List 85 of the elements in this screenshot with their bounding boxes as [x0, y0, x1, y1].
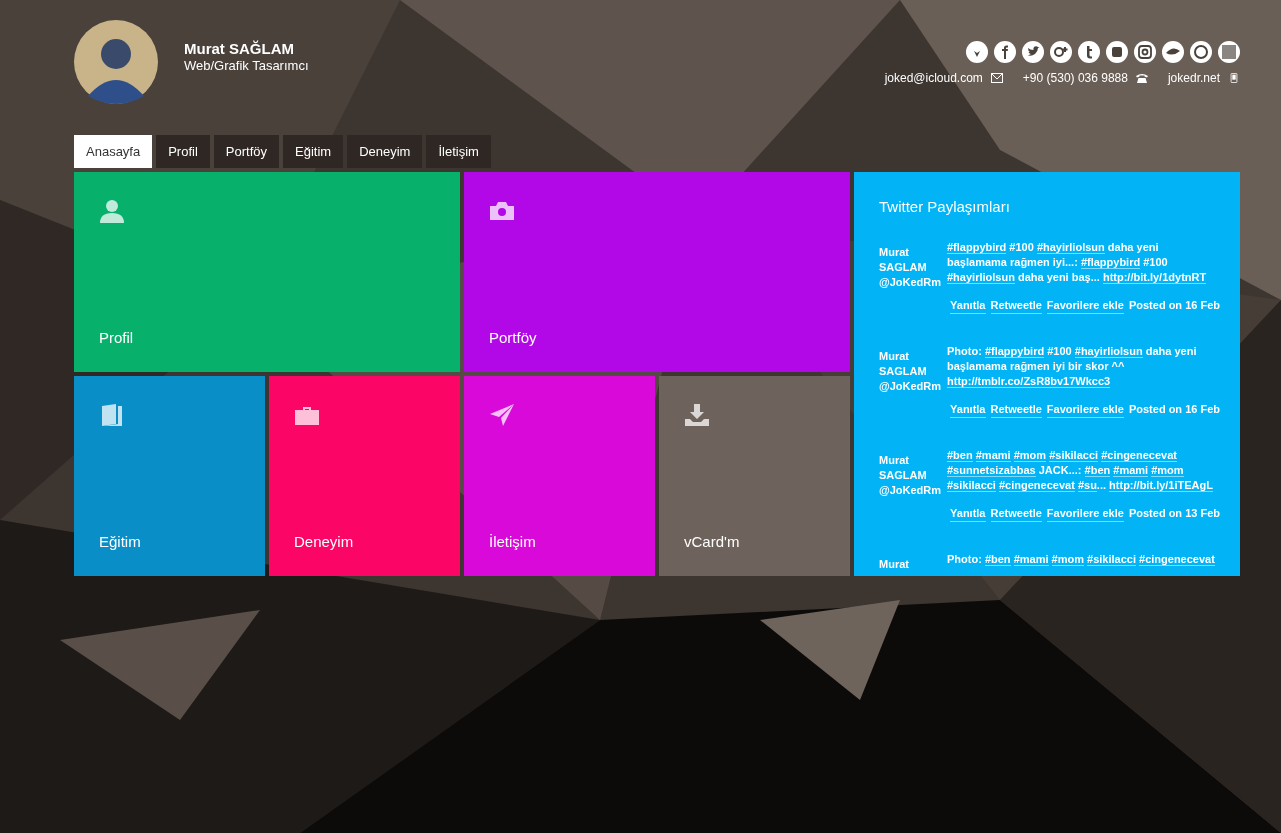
nav-tab[interactable]: İletişim: [426, 135, 491, 168]
video-social-icon[interactable]: [1106, 41, 1128, 63]
tweet-date: Posted on 16 Feb: [1128, 298, 1220, 313]
tweet-link[interactable]: #sikilacci: [1087, 553, 1136, 566]
f-social-icon[interactable]: [994, 41, 1016, 63]
tweet-link[interactable]: #sikilacci: [1049, 449, 1099, 462]
download-icon: [684, 403, 710, 427]
phone-icon: [1135, 73, 1148, 83]
tweet-action-link[interactable]: Yanıtla: [950, 402, 986, 418]
nav-tab[interactable]: Eğitim: [283, 135, 344, 168]
profile-role: Web/Grafik Tasarımcı: [184, 58, 309, 73]
tweet-link[interactable]: #hayirliolsun: [1036, 241, 1105, 254]
tweet-action-link[interactable]: Retweetle: [990, 402, 1042, 418]
tweet-text: #ben #mami #mom #sikilacci #cingenecevat #sunnetsizabbas JACK...: #ben #mami #mom #sikilacci #cingenecevat #su... http://bit.ly/1iTEAgL: [947, 448, 1214, 494]
tweet-link[interactable]: #ben: [947, 449, 973, 462]
tweet-date: Posted on 13 Feb: [1128, 506, 1220, 521]
person-icon: [99, 199, 125, 223]
tweet-link[interactable]: #mom: [1013, 449, 1047, 462]
tweet-author: Murat: [879, 557, 910, 572]
tile-label: Portföy: [489, 329, 538, 346]
tweet-action-link[interactable]: Yanıtla: [950, 298, 986, 314]
tweet-action-link[interactable]: Favorilere ekle: [1046, 402, 1124, 418]
tweet-link[interactable]: #sikilacci: [947, 479, 996, 492]
envelope-icon: [990, 73, 1003, 83]
menu-tile[interactable]: Portföy: [464, 172, 850, 372]
tweet-link[interactable]: #su: [1077, 479, 1097, 492]
tile-label: İletişim: [489, 533, 537, 550]
tweet-link[interactable]: #mami: [975, 449, 1011, 462]
eye-social-icon[interactable]: [1162, 41, 1184, 63]
tweet-date: Posted on 16 Feb: [1128, 402, 1220, 417]
nav-tab[interactable]: Deneyim: [347, 135, 423, 168]
tile-label: Profil: [99, 329, 135, 346]
contact-text: jokedr.net: [1167, 71, 1220, 85]
tweet-text: Photo: #ben #mami #mom #sikilacci #cingenecevat: [947, 552, 1216, 568]
tweet-author: Murat SAGLAM @JoKedRm: [879, 453, 943, 498]
nav-tab[interactable]: Profil: [156, 135, 210, 168]
tweet-link[interactable]: #hayirliolsun: [1074, 345, 1143, 358]
tweet-action-link[interactable]: Retweetle: [990, 298, 1042, 314]
tweet-link[interactable]: http://bit.ly/1dytnRT: [1102, 271, 1207, 284]
menu-tile[interactable]: vCard'm: [659, 376, 850, 576]
tweet-text: #flappybird #100 #hayirliolsun daha yeni başlamama rağmen iyi...: #flappybird #100 #hayirliolsun daha yeni baş... http://bit.ly/1dytnRT: [947, 240, 1208, 286]
tweet-action-link[interactable]: Yanıtla: [950, 506, 986, 522]
contact-text: +90 (530) 036 9888: [1022, 71, 1128, 85]
plane-icon: [489, 403, 515, 427]
nav-tab[interactable]: Anasayfa: [74, 135, 153, 168]
tweet-link[interactable]: #sunnetsizabbas: [947, 464, 1036, 477]
nav-tab[interactable]: Portföy: [213, 135, 279, 168]
mobile-icon: [1228, 73, 1240, 83]
tweet-text: Photo: #flappybird #100 #hayirliolsun daha yeni başlamama rağmen iyi bir skor ^^ http://tmblr.co/ZsR8bv17Wkcc3: [947, 344, 1198, 390]
tweet-link[interactable]: #mom: [1051, 553, 1084, 566]
tweet-link[interactable]: #cingenecevat: [999, 479, 1075, 492]
menu-tile[interactable]: Profil: [74, 172, 460, 372]
tweet-link[interactable]: #flappybird: [984, 345, 1045, 358]
tweet-link[interactable]: #mami: [1113, 464, 1149, 477]
tweet-author: Murat SAGLAM @JoKedRm: [879, 245, 943, 290]
contact-text: joked@icloud.com: [884, 71, 983, 85]
tweet-link[interactable]: #cingenecevat: [1101, 449, 1177, 462]
camera-icon: [489, 199, 515, 223]
tweet-action-link[interactable]: Favorilere ekle: [1046, 506, 1124, 522]
book-icon: [99, 403, 125, 427]
tile-label: Deneyim: [294, 533, 355, 550]
camera-social-icon[interactable]: [1134, 41, 1156, 63]
t-social-icon[interactable]: [1078, 41, 1100, 63]
menu-tile[interactable]: İletişim: [464, 376, 655, 576]
tweet-link[interactable]: http://tmblr.co/ZsR8bv17Wkcc3: [947, 375, 1111, 388]
tweet-action-link[interactable]: Retweetle: [990, 506, 1042, 522]
profile-name: Murat SAĞLAM: [184, 40, 295, 57]
gplus-social-icon[interactable]: [1050, 41, 1072, 63]
tweet-action-link[interactable]: Favorilere ekle: [1046, 298, 1124, 314]
menu-tile[interactable]: Eğitim: [74, 376, 265, 576]
bird-social-icon[interactable]: [1022, 41, 1044, 63]
tweet-link[interactable]: #mom: [1151, 464, 1184, 477]
tweet-author: Murat SAGLAM @JoKedRm: [879, 349, 943, 394]
tweet-link[interactable]: #hayirliolsun: [947, 271, 1015, 284]
tile-label: vCard'm: [684, 533, 741, 550]
tweet-link[interactable]: #cingenecevat: [1139, 553, 1215, 566]
tweet-link[interactable]: #ben: [1084, 464, 1111, 477]
tweet-link[interactable]: #ben: [984, 553, 1011, 566]
tweet-link[interactable]: #flappybird: [1080, 256, 1141, 269]
panel-title: Twitter Paylaşımları: [879, 198, 1011, 215]
tile-label: Eğitim: [99, 533, 142, 550]
tweet-link[interactable]: #mami: [1013, 553, 1049, 566]
tweet-link[interactable]: http://bit.ly/1iTEAgL: [1109, 479, 1213, 492]
menu-tile[interactable]: Deneyim: [269, 376, 460, 576]
tweet-link[interactable]: #flappybird: [947, 241, 1007, 254]
